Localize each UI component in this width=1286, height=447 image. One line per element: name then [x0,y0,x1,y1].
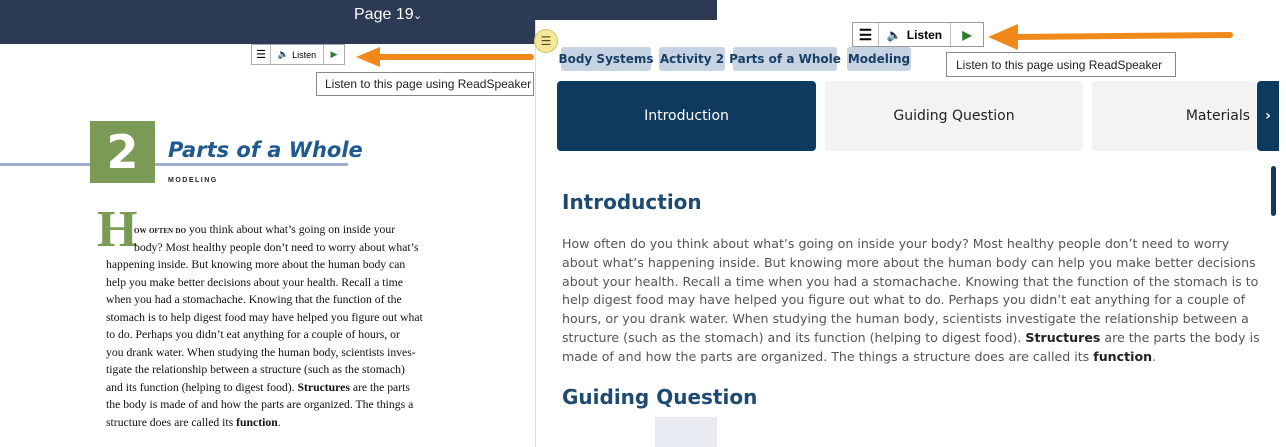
introduction-body-text: How often do you think about what’s goin… [562,235,1260,367]
breadcrumb-activity-2[interactable]: Activity 2 [659,47,725,71]
breadcrumb-parts-of-a-whole[interactable]: Parts of a Whole [729,47,841,71]
menu-icon[interactable]: ☰ [853,23,879,46]
text-line: stomach is to help digest food may have … [106,310,423,324]
text-line: happening inside. But knowing more about… [106,258,406,271]
page-number-label: Page 19 [354,6,414,23]
toc-toggle-icon[interactable]: ☰ [534,29,558,53]
arrow-annotation-left [356,47,534,67]
text-line: hours, or you drank water. When studying… [562,311,1249,327]
tab-materials[interactable]: Materials [1092,81,1256,151]
breadcrumb-body-systems[interactable]: Body Systems [558,47,654,71]
scrollbar-thumb[interactable] [1271,166,1276,216]
chapter-number: 2 [90,121,155,183]
section-heading-introduction: Introduction [562,190,702,214]
text-line: help digest food may have helped you fig… [562,292,1246,308]
text-line: the body is made of and how the parts ar… [106,398,414,411]
term-structures: Structures [297,380,350,394]
listen-button-left[interactable]: 🔈 Listen [271,45,324,64]
book-body-text: ow often do you think about what’s going… [106,221,472,431]
text-line: when you had a stomachache. Knowing that… [106,293,402,306]
text-line: structure (such as the stomach) and its … [562,329,1260,345]
text-line: about your health. Recall a time when yo… [562,273,1259,289]
term-structures: Structures [1025,329,1101,345]
text-line: tigate the relationship between a struct… [106,363,405,376]
menu-icon[interactable]: ☰ [252,45,271,64]
listen-label: Listen [292,49,317,60]
text-line: help you make better decisions about you… [106,275,403,289]
chapter-subtitle: MODELING [168,177,218,184]
listen-label: Listen [906,27,943,42]
text-line: structure does are called its function. [106,415,281,429]
text-line: made of and how the parts are organized.… [562,348,1157,364]
tab-guiding-question[interactable]: Guiding Question [825,81,1083,151]
speaker-icon: 🔈 [886,27,902,42]
text-line: you drank water. When studying the human… [106,345,416,359]
play-icon[interactable]: ▶ [951,28,983,42]
term-function: function [1093,348,1153,364]
text-line: about what’s happening inside. But knowi… [562,254,1256,270]
text-line: body? Most healthy people don’t need to … [134,240,419,254]
chevron-down-icon[interactable]: ⌄ [413,9,422,22]
tab-introduction[interactable]: Introduction [557,81,816,151]
speaker-icon: 🔈 [277,49,290,59]
chapter-rule [0,163,348,166]
breadcrumb-modeling[interactable]: Modeling [847,47,911,71]
listen-button-right[interactable]: 🔈 Listen [879,23,951,46]
term-function: function [236,415,278,429]
readspeaker-tooltip-right: Listen to this page using ReadSpeaker [946,52,1176,77]
play-icon[interactable]: ▶ [324,49,344,60]
arrow-annotation-right [988,24,1233,50]
text-line: to do. Perhaps you didn’t eat anything f… [106,328,400,341]
chevron-right-icon[interactable]: › [1257,81,1279,151]
text-line: and its function (helping to digest food… [106,380,410,394]
text-line: ow often do you think about what’s going… [134,223,396,236]
section-heading-guiding-question: Guiding Question [562,385,758,409]
chapter-title: Parts of a Whole [168,138,363,162]
text-line: How often do you think about what’s goin… [562,236,1230,251]
readspeaker-toolbar-left[interactable]: ☰ 🔈 Listen ▶ [251,44,345,65]
readspeaker-tooltip-left: Listen to this page using ReadSpeaker [316,72,534,96]
readspeaker-toolbar-right[interactable]: ☰ 🔈 Listen ▶ [852,22,984,47]
lead-smallcaps: ow often do [134,225,187,236]
bottom-overlay-box [655,417,717,447]
